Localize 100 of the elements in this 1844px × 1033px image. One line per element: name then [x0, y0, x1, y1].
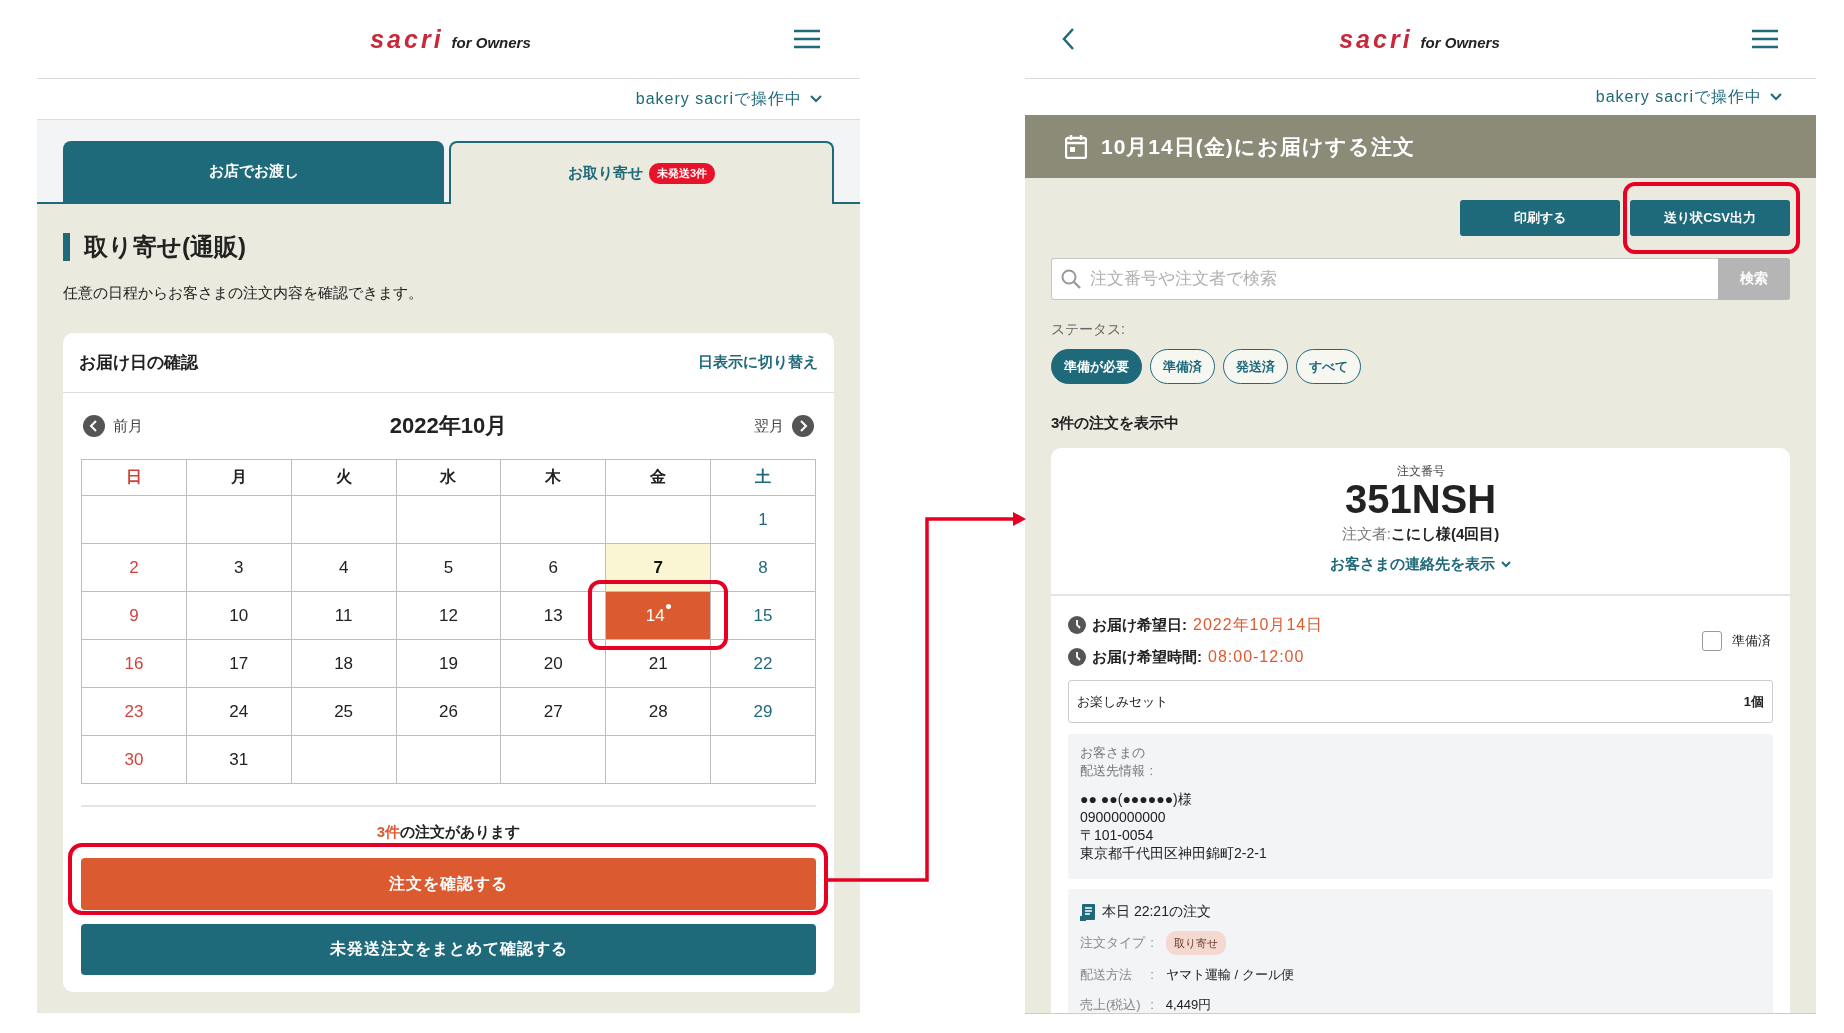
bulk-confirm-button[interactable]: 未発送注文をまとめて確認する — [81, 924, 816, 975]
next-month-button[interactable]: 翌月 — [754, 415, 814, 437]
back-icon[interactable] — [1061, 27, 1075, 51]
calendar-day[interactable]: 6 — [500, 543, 606, 592]
weekday-header: 水 — [396, 459, 501, 496]
menu-icon[interactable] — [794, 29, 820, 49]
calendar-day[interactable]: 16 — [81, 639, 187, 688]
label-colon: : — [1150, 934, 1155, 952]
order-count-text: 3件の注文があります — [375, 822, 522, 842]
item-name: お楽しみセット — [1077, 692, 1168, 711]
info-value: 4,449円 — [1165, 996, 1212, 1013]
calendar-day[interactable]: 13 — [500, 591, 606, 640]
calendar-day[interactable]: 31 — [186, 735, 292, 784]
calendar-day[interactable]: 29 — [710, 687, 816, 736]
status-filter-chip[interactable]: 準備済 — [1150, 349, 1215, 384]
calendar-day[interactable]: 28 — [605, 687, 711, 736]
orderer-label: 注文者: — [1341, 524, 1391, 544]
info-label: 売上(税込) — [1080, 996, 1142, 1013]
chevron-right-icon — [792, 415, 814, 437]
status-label: ステータス: — [1051, 320, 1126, 338]
info-label: 注文タイプ — [1080, 934, 1147, 952]
calendar-day[interactable]: 30 — [81, 735, 187, 784]
account-switcher[interactable]: bakery sacriで操作中 — [635, 88, 822, 110]
title-accent — [63, 233, 70, 261]
calendar-day[interactable]: 5 — [396, 543, 501, 592]
calendar-day[interactable]: 1 — [710, 495, 816, 544]
address-line: 東京都千代田区神田錦町2-2-1 — [1080, 844, 1268, 862]
calendar-day[interactable]: 23 — [81, 687, 187, 736]
calendar-day[interactable]: 17 — [186, 639, 292, 688]
chevron-left-icon — [83, 415, 105, 437]
address-line: 09000000000 — [1080, 808, 1167, 826]
weekday-header: 金 — [605, 459, 711, 496]
previous-month-button[interactable]: 前月 — [83, 415, 143, 437]
action-button[interactable]: 印刷する — [1460, 200, 1620, 236]
account-switcher[interactable]: bakery sacriで操作中 — [1595, 86, 1782, 108]
tab[interactable]: お店でお渡し — [63, 141, 444, 202]
card-title: お届け日の確認 — [79, 352, 198, 374]
prepared-checkbox[interactable] — [1702, 631, 1722, 651]
calendar-day[interactable]: 15 — [710, 591, 816, 640]
address-line: ●● ●●(●●●●●●)様 — [1080, 790, 1193, 808]
order-type-tag: 取り寄せ — [1165, 931, 1226, 955]
info-value: ヤマト運輸 / クール便 — [1165, 966, 1294, 984]
checkbox-label: 準備済 — [1732, 632, 1771, 650]
chevron-down-icon — [1501, 560, 1511, 568]
clock-icon — [1068, 616, 1086, 634]
calendar-day[interactable]: 11 — [291, 591, 397, 640]
page-title: 取り寄せ(通販) — [84, 232, 246, 262]
calendar-day[interactable]: 10 — [186, 591, 292, 640]
calendar-day[interactable]: 24 — [186, 687, 292, 736]
logo-wordmark: sacri — [1339, 24, 1413, 54]
view-switch-link[interactable]: 日表示に切り替え — [698, 353, 818, 372]
calendar-day[interactable]: 26 — [396, 687, 501, 736]
weekday-header: 木 — [500, 459, 606, 496]
info-label: 配送方法 — [1080, 966, 1133, 984]
calendar-day[interactable]: 22 — [710, 639, 816, 688]
label-colon: : — [1149, 762, 1154, 780]
calendar-day[interactable]: 21 — [605, 639, 711, 688]
calendar-day[interactable]: 8 — [710, 543, 816, 592]
calendar-day[interactable]: 27 — [500, 687, 606, 736]
search-icon — [1061, 269, 1081, 289]
orderer-name: こにし様(4回目) — [1390, 524, 1500, 544]
calendar-day[interactable]: 3 — [186, 543, 292, 592]
logo-tagline: for Owners — [451, 33, 531, 51]
search-field[interactable]: 注文番号や注文者で検索 — [1051, 258, 1718, 300]
calendar-day[interactable]: 4 — [291, 543, 397, 592]
logo-wordmark: sacri — [370, 24, 444, 54]
order-number-label: 注文番号 — [1395, 464, 1446, 478]
calendar-day[interactable]: 25 — [291, 687, 397, 736]
chevron-down-icon — [1770, 93, 1782, 101]
status-filter-chip[interactable]: 準備が必要 — [1051, 349, 1142, 384]
label-colon: : — [1150, 966, 1155, 984]
logo-tagline: for Owners — [1420, 33, 1500, 51]
count-badge: 未発送3件 — [648, 163, 716, 184]
banner-title: 10月14日(金)にお届けする注文 — [1101, 133, 1415, 160]
order-number: 351NSH — [1343, 478, 1498, 520]
calendar-day[interactable]: 12 — [396, 591, 501, 640]
calendar-day[interactable]: 18 — [291, 639, 397, 688]
calendar-day[interactable]: 20 — [500, 639, 606, 688]
status-filter-chip[interactable]: すべて — [1296, 349, 1361, 384]
contact-toggle-link[interactable]: お客さまの連絡先を表示 — [1330, 554, 1511, 574]
label-colon: : — [1150, 996, 1155, 1013]
shipping-label: お客さまの配送先情報 — [1080, 744, 1146, 780]
delivery-value: 2022年10月14日 — [1193, 614, 1324, 635]
chevron-down-icon — [810, 95, 822, 103]
calendar-icon — [1065, 134, 1087, 159]
menu-icon[interactable] — [1752, 29, 1778, 49]
confirm-orders-button[interactable]: 注文を確認する — [81, 858, 816, 910]
action-button[interactable]: 送り状CSV出力 — [1630, 200, 1790, 236]
calendar-day[interactable]: 9 — [81, 591, 187, 640]
delivery-label: お届け希望時間: — [1092, 647, 1202, 667]
calendar-day[interactable]: 19 — [396, 639, 501, 688]
receipt-icon — [1080, 903, 1096, 921]
status-filter-chip[interactable]: 発送済 — [1223, 349, 1288, 384]
calendar-day[interactable]: 14 — [605, 591, 711, 640]
delivery-value: 08:00-12:00 — [1208, 648, 1305, 666]
result-count: 3件の注文を表示中 — [1051, 414, 1181, 432]
clock-icon — [1068, 648, 1086, 666]
calendar-day[interactable]: 2 — [81, 543, 187, 592]
tab[interactable]: お取り寄せ 未発送3件 — [449, 141, 834, 204]
month-title: 2022年10月 — [389, 412, 508, 440]
